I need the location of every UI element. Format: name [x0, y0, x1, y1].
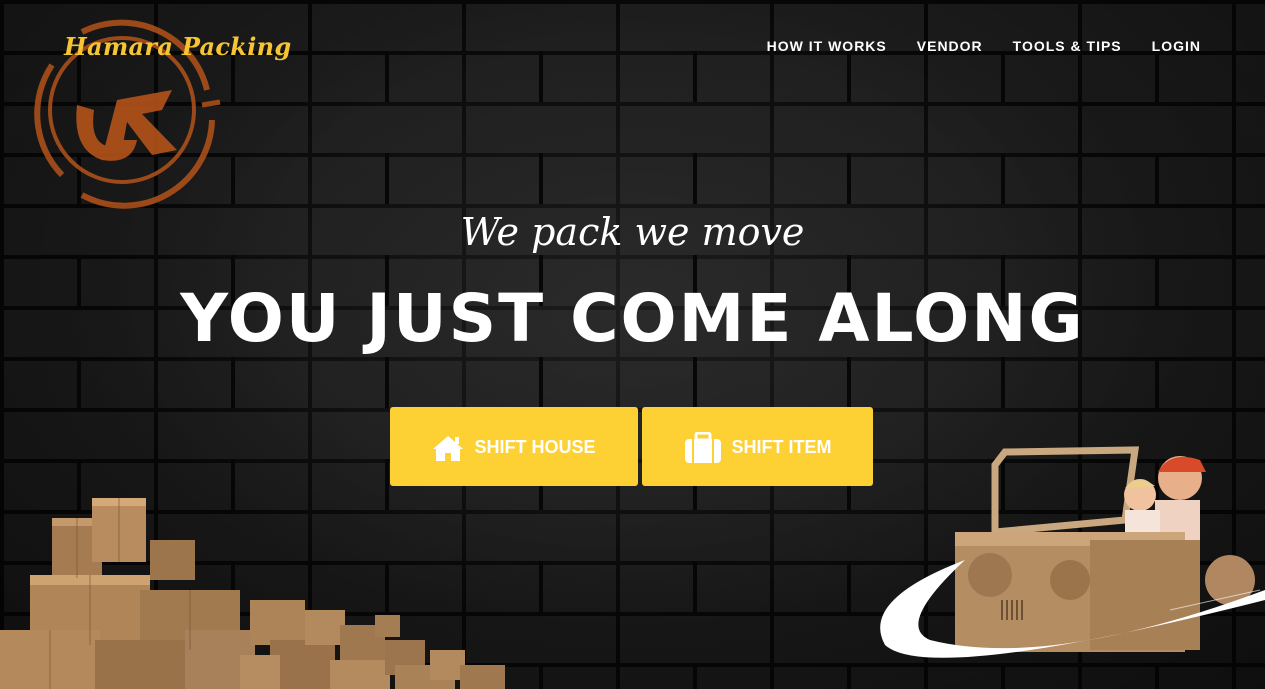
- shift-house-label: SHIFT HOUSE: [474, 437, 596, 457]
- cardboard-boxes-image: [0, 498, 505, 689]
- shift-house-button[interactable]: SHIFT HOUSE: [390, 407, 638, 486]
- nav-vendor[interactable]: VENDOR: [917, 38, 983, 54]
- shift-item-label: SHIFT ITEM: [731, 437, 832, 457]
- nav-login[interactable]: LOGIN: [1152, 38, 1201, 54]
- main-nav: HOW IT WORKS VENDOR TOOLS & TIPS LOGIN: [767, 38, 1201, 54]
- suitcase-icon: [684, 431, 722, 464]
- shift-item-button[interactable]: SHIFT ITEM: [642, 407, 873, 486]
- hero-tagline: We pack we move: [460, 210, 805, 254]
- nav-tools-tips[interactable]: TOOLS & TIPS: [1013, 38, 1122, 54]
- brand-name: Hamara Packing: [64, 32, 292, 61]
- nav-how-it-works[interactable]: HOW IT WORKS: [767, 38, 887, 54]
- kids-in-cardboard-car-image: [880, 446, 1265, 658]
- hero-headline: YOU JUST COME ALONG: [180, 280, 1085, 357]
- home-icon: [432, 434, 464, 462]
- landing-page: Hamara Packing HOW IT WORKS VENDOR TOOLS…: [0, 0, 1265, 689]
